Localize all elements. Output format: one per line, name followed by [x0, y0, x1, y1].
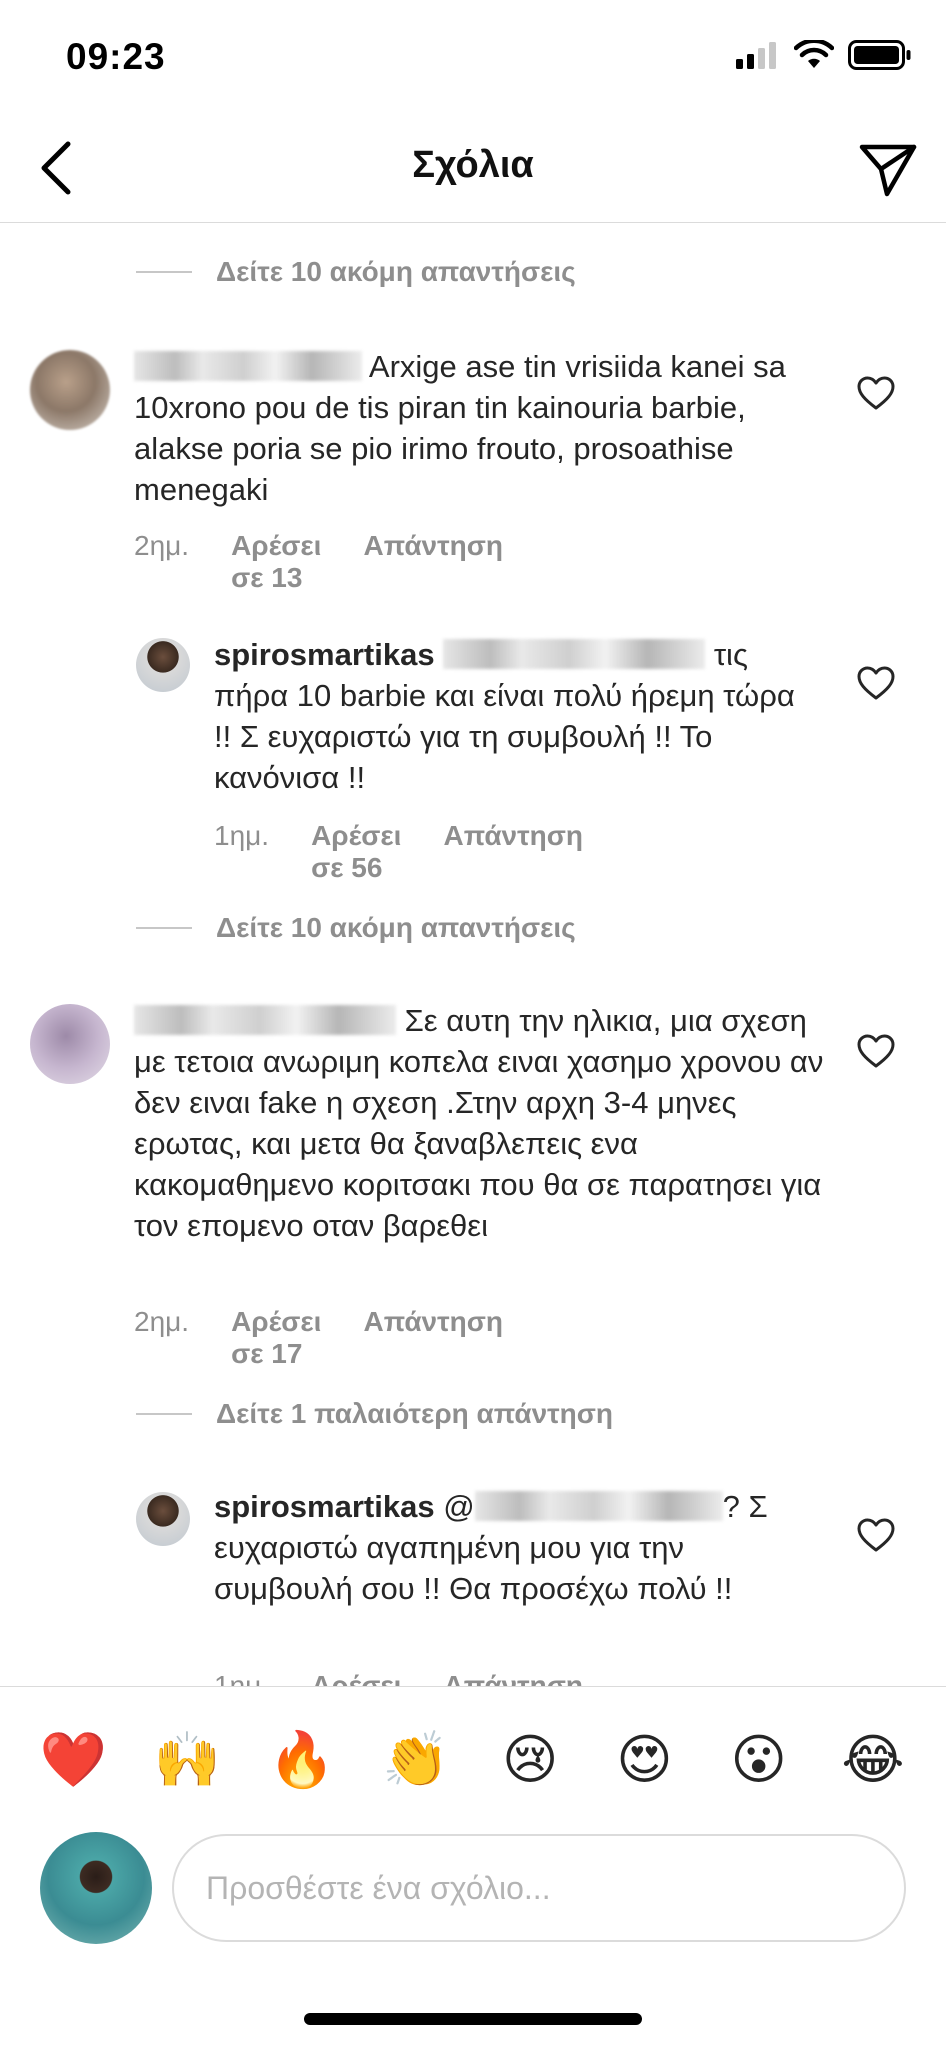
comment-meta: 1ημ. Αρέσει σε 19 Απάντηση — [214, 1670, 583, 1686]
redacted-username[interactable] — [134, 351, 362, 381]
reply-button[interactable]: Απάντηση — [363, 1306, 503, 1370]
mention-prefix[interactable]: @ — [443, 1489, 474, 1524]
heart-eyes-emoji-button[interactable]: 😍 — [604, 1729, 684, 1790]
likes-count-button[interactable]: Αρέσει σε 56 — [311, 820, 401, 884]
comment-time: 1ημ. — [214, 820, 270, 851]
comment-time: 2ημ. — [134, 530, 190, 561]
home-indicator[interactable] — [304, 2013, 642, 2025]
view-older-replies-button[interactable]: Δείτε 1 παλαιότερη απάντηση — [136, 1392, 613, 1436]
comment-input[interactable] — [172, 1834, 906, 1942]
status-time: 09:23 — [66, 36, 166, 77]
reply-button[interactable]: Απάντηση — [363, 530, 503, 594]
redacted-username[interactable] — [134, 1005, 396, 1035]
comment-text-block: Arxige ase tin vrisiida kanei sa 10xrono… — [134, 346, 824, 510]
surprised-face-emoji-button[interactable]: 😮 — [719, 1729, 799, 1790]
heart-icon[interactable] — [856, 374, 896, 414]
avatar[interactable] — [30, 1004, 110, 1084]
status-icons — [736, 40, 912, 70]
avatar[interactable] — [136, 638, 190, 692]
red-heart-emoji-button[interactable]: ❤️ — [33, 1729, 113, 1790]
cellular-signal-icon — [736, 42, 776, 69]
view-more-replies-label: Δείτε 10 ακόμη απαντήσεις — [216, 912, 576, 943]
view-more-replies-button[interactable]: Δείτε 10 ακόμη απαντήσεις — [136, 906, 576, 950]
comment-text: Σε αυτη την ηλικια, μια σχεση με τετοια … — [134, 1003, 824, 1243]
reply-button[interactable]: Απάντηση — [443, 820, 583, 884]
reply-button[interactable]: Απάντηση — [443, 1670, 583, 1686]
paper-plane-icon — [859, 144, 917, 197]
crying-face-emoji-button[interactable]: 😢 — [490, 1729, 570, 1790]
emoji-quick-reactions-bar: ❤️ 🙌 🔥 👏 😢 😍 😮 😂 — [0, 1686, 946, 1832]
view-older-replies-label: Δείτε 1 παλαιότερη απάντηση — [216, 1398, 614, 1429]
redacted-mention[interactable] — [443, 639, 706, 669]
comment-username[interactable]: spirosmartikas — [214, 1489, 435, 1524]
current-user-avatar — [40, 1832, 152, 1944]
divider-line — [136, 271, 192, 273]
tears-of-joy-emoji-button[interactable]: 😂 — [833, 1729, 913, 1790]
comment-meta: 1ημ. Αρέσει σε 56 Απάντηση — [214, 820, 583, 884]
comment-composer — [0, 1832, 946, 1952]
comments-list: Δείτε 10 ακόμη απαντήσεις Arxige ase tin… — [0, 224, 946, 1686]
comment-text-block: spirosmartikas @? Σ ευχαριστώ αγαπημένη … — [214, 1486, 814, 1609]
clapping-hands-emoji-button[interactable]: 👏 — [376, 1729, 456, 1790]
likes-count-button[interactable]: Αρέσει σε 13 — [231, 530, 321, 594]
wifi-icon — [794, 40, 834, 68]
divider-line — [136, 1413, 192, 1415]
heart-icon[interactable] — [856, 664, 896, 704]
share-button[interactable] — [856, 138, 920, 202]
battery-icon — [848, 40, 911, 70]
divider-line — [136, 927, 192, 929]
heart-icon[interactable] — [856, 1516, 896, 1556]
mention-suffix: ? — [722, 1489, 740, 1524]
comment-username[interactable]: spirosmartikas — [214, 637, 435, 672]
heart-icon[interactable] — [856, 1032, 896, 1072]
status-bar: 09:23 — [0, 0, 946, 120]
fire-emoji-button[interactable]: 🔥 — [262, 1729, 342, 1790]
likes-count-button[interactable]: Αρέσει σε 17 — [231, 1306, 321, 1370]
comment-time: 2ημ. — [134, 1306, 190, 1337]
avatar[interactable] — [136, 1492, 190, 1546]
comment-meta: 2ημ. Αρέσει σε 17 Απάντηση — [134, 1306, 503, 1370]
view-more-replies-label: Δείτε 10 ακόμη απαντήσεις — [216, 256, 576, 287]
comment-text-block: spirosmartikas τις πήρα 10 barbie και εί… — [214, 634, 814, 798]
comment-time: 1ημ. — [214, 1670, 270, 1686]
comment-meta: 2ημ. Αρέσει σε 13 Απάντηση — [134, 530, 503, 594]
view-more-replies-button[interactable]: Δείτε 10 ακόμη απαντήσεις — [136, 250, 576, 294]
avatar[interactable] — [30, 350, 110, 430]
top-navigation-bar: Σχόλια — [0, 120, 946, 223]
redacted-mention[interactable] — [474, 1491, 723, 1521]
comment-text-block: Σε αυτη την ηλικια, μια σχεση με τετοια … — [134, 1000, 824, 1246]
page-title: Σχόλια — [412, 144, 534, 186]
raising-hands-emoji-button[interactable]: 🙌 — [147, 1729, 227, 1790]
likes-count-button[interactable]: Αρέσει σε 19 — [311, 1670, 401, 1686]
